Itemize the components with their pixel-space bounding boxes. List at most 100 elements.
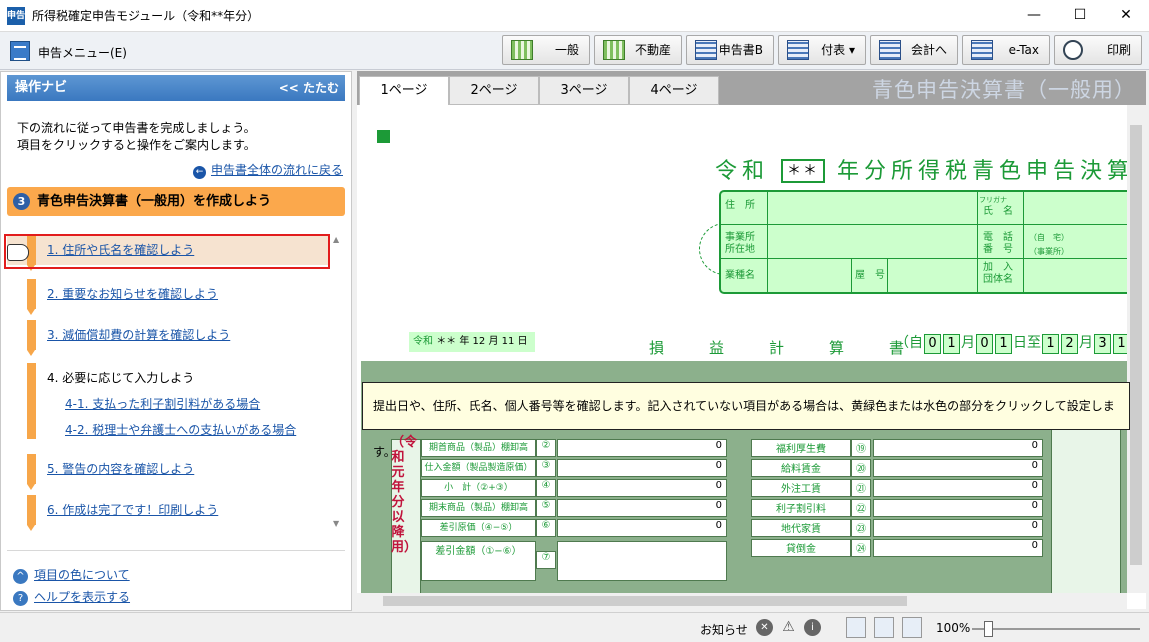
period-digit[interactable]: 2 — [1061, 334, 1078, 354]
form-b-button[interactable]: 申告書B — [686, 35, 774, 65]
row-number: ④ — [536, 479, 556, 497]
warning-icon[interactable]: ⚠ — [780, 619, 797, 636]
step-bar-icon — [27, 279, 36, 315]
close-button[interactable]: ✕ — [1103, 0, 1149, 31]
step-item-2[interactable]: 2. 重要なお知らせを確認しよう — [7, 279, 329, 315]
period-digit[interactable]: 0 — [924, 334, 941, 354]
color-guide-label: 項目の色について — [34, 568, 130, 582]
collapse-button[interactable]: << たたむ — [279, 75, 339, 101]
step-link-5[interactable]: 5. 警告の内容を確認しよう — [47, 454, 194, 484]
zoom-slider-handle[interactable] — [984, 621, 993, 637]
view-single-page-button[interactable] — [846, 617, 866, 638]
amount-field[interactable]: 0 — [557, 439, 727, 457]
amount-field[interactable]: 0 — [873, 519, 1043, 537]
step-link-6[interactable]: 6. 作成は完了です！印刷しよう — [47, 495, 218, 525]
period-digit[interactable]: 1 — [1042, 334, 1059, 354]
nav-title: 操作ナビ — [15, 80, 68, 95]
substep-link-4-2[interactable]: 4-2. 税理士や弁護士への支払いがある場合 — [65, 421, 296, 438]
declaration-menu[interactable]: 申告メニュー(E) — [38, 44, 127, 61]
period-digit[interactable]: 1 — [1113, 334, 1127, 354]
opening-inventory-label: 期首商品（製品）棚卸高 — [421, 439, 536, 457]
step-link-2[interactable]: 2. 重要なお知らせを確認しよう — [47, 279, 218, 309]
ledger-icon — [511, 40, 533, 60]
period-digit[interactable]: 1 — [943, 334, 960, 354]
substep-link-4-1[interactable]: 4-1. 支払った利子割引料がある場合 — [65, 395, 260, 412]
maximize-button[interactable]: ☐ — [1057, 0, 1103, 31]
menu-icon[interactable] — [10, 41, 30, 61]
divider — [7, 550, 345, 551]
period-digit[interactable]: 1 — [995, 334, 1012, 354]
row-number: ⑤ — [536, 499, 556, 517]
step-list-scrollbar[interactable]: ▲ ▼ — [330, 235, 344, 535]
period-digit[interactable]: 3 — [1094, 334, 1111, 354]
active-step-highlight — [4, 234, 330, 269]
step-item-6[interactable]: 6. 作成は完了です！印刷しよう — [7, 495, 329, 531]
step-bar-icon — [27, 363, 36, 439]
subtotal-label: 小 計（②+③） — [421, 479, 536, 497]
attachment-button[interactable]: 付表 ▾ — [778, 35, 866, 65]
amount-field[interactable]: 0 — [557, 479, 727, 497]
scroll-up-icon[interactable]: ▲ — [333, 235, 339, 244]
grid-line — [767, 192, 768, 292]
title-bar: 申告 所得税確定申告モジュール（令和**年分） — ☐ ✕ — [0, 0, 1149, 32]
year-box[interactable]: ＊＊ — [781, 159, 826, 183]
office-phone-label: （事業所） — [1029, 247, 1069, 256]
etax-icon — [971, 40, 993, 60]
error-icon[interactable]: ✕ — [756, 619, 773, 636]
step-item-5[interactable]: 5. 警告の内容を確認しよう — [7, 454, 329, 490]
accounting-button[interactable]: 会計へ — [870, 35, 958, 65]
amount-field[interactable]: 0 — [873, 439, 1043, 457]
day-to-label: 日至 — [1013, 335, 1041, 351]
amount-field[interactable]: 0 — [557, 459, 727, 477]
purchases-label: 仕入金額（製品製造原価） — [421, 459, 536, 477]
step-label-4: 4. 必要に応じて入力しよう — [47, 371, 195, 385]
horizontal-scroll-thumb[interactable] — [383, 596, 907, 606]
general-button-label: 一般 — [554, 43, 579, 57]
form-b-button-label: 申告書B — [718, 43, 763, 57]
row-number: ⑳ — [851, 459, 871, 477]
minimize-button[interactable]: — — [1011, 0, 1057, 31]
step-link-3[interactable]: 3. 減価償却費の計算を確認しよう — [47, 320, 230, 350]
tab-page-2[interactable]: 2ページ — [449, 76, 539, 105]
amount-field[interactable]: 0 — [557, 519, 727, 537]
color-guide-link[interactable]: ^ 項目の色について — [13, 566, 130, 584]
form-horizontal-scrollbar[interactable] — [357, 593, 1127, 609]
print-button[interactable]: 印刷 — [1054, 35, 1142, 65]
grid-line — [977, 192, 978, 292]
transfer-icon — [879, 40, 901, 60]
scroll-down-icon[interactable]: ▼ — [333, 519, 339, 528]
submission-date-field[interactable]: 令和 ＊＊ 年 12 月 11 日 — [409, 332, 535, 352]
tab-page-3[interactable]: 3ページ — [539, 76, 629, 105]
real-estate-button[interactable]: 不動産 — [594, 35, 682, 65]
tab-page-4[interactable]: 4ページ — [629, 76, 719, 105]
tab-page-1[interactable]: 1ページ — [359, 76, 449, 106]
zoom-level: 100% — [936, 621, 971, 635]
form-vertical-scrollbar[interactable] — [1127, 105, 1146, 593]
step-number-badge: 3 — [13, 193, 30, 210]
zoom-slider-track[interactable] — [972, 628, 1140, 630]
amount-field[interactable]: 0 — [873, 479, 1043, 497]
step-item-3[interactable]: 3. 減価償却費の計算を確認しよう — [7, 320, 329, 356]
view-fit-page-button[interactable] — [902, 617, 922, 638]
welfare-expense-label: 福利厚生費 — [751, 439, 851, 457]
amount-field[interactable]: 0 — [873, 459, 1043, 477]
row-number: ㉑ — [851, 479, 871, 497]
back-to-overview-link[interactable]: ← 申告書全体の流れに戻る — [192, 161, 343, 179]
grid-line — [721, 258, 1127, 259]
step-bar-icon — [27, 495, 36, 531]
period-digit[interactable]: 0 — [976, 334, 993, 354]
amount-field[interactable] — [557, 541, 727, 581]
help-link[interactable]: ? ヘルプを表示する — [13, 588, 130, 606]
view-fit-width-button[interactable] — [874, 617, 894, 638]
amount-field[interactable]: 0 — [873, 539, 1043, 557]
month-label: 月 — [961, 335, 975, 351]
period-fields[interactable]: （自 0 1 月 0 1 日至 1 2 月 3 1 — [895, 332, 1127, 354]
taxpayer-info-box[interactable]: 住 所 フリガナ 氏 名 事業所 所在地 電 話 番 号 （自 宅） （事業所）… — [719, 190, 1127, 294]
general-button[interactable]: 一般 — [502, 35, 590, 65]
intro-line-1: 下の流れに従って申告書を完成しましょう。 — [17, 121, 256, 135]
amount-field[interactable]: 0 — [557, 499, 727, 517]
info-icon[interactable]: i — [804, 619, 821, 636]
amount-field[interactable]: 0 — [873, 499, 1043, 517]
vertical-scroll-thumb[interactable] — [1130, 125, 1142, 565]
etax-button[interactable]: e-Tax — [962, 35, 1050, 65]
